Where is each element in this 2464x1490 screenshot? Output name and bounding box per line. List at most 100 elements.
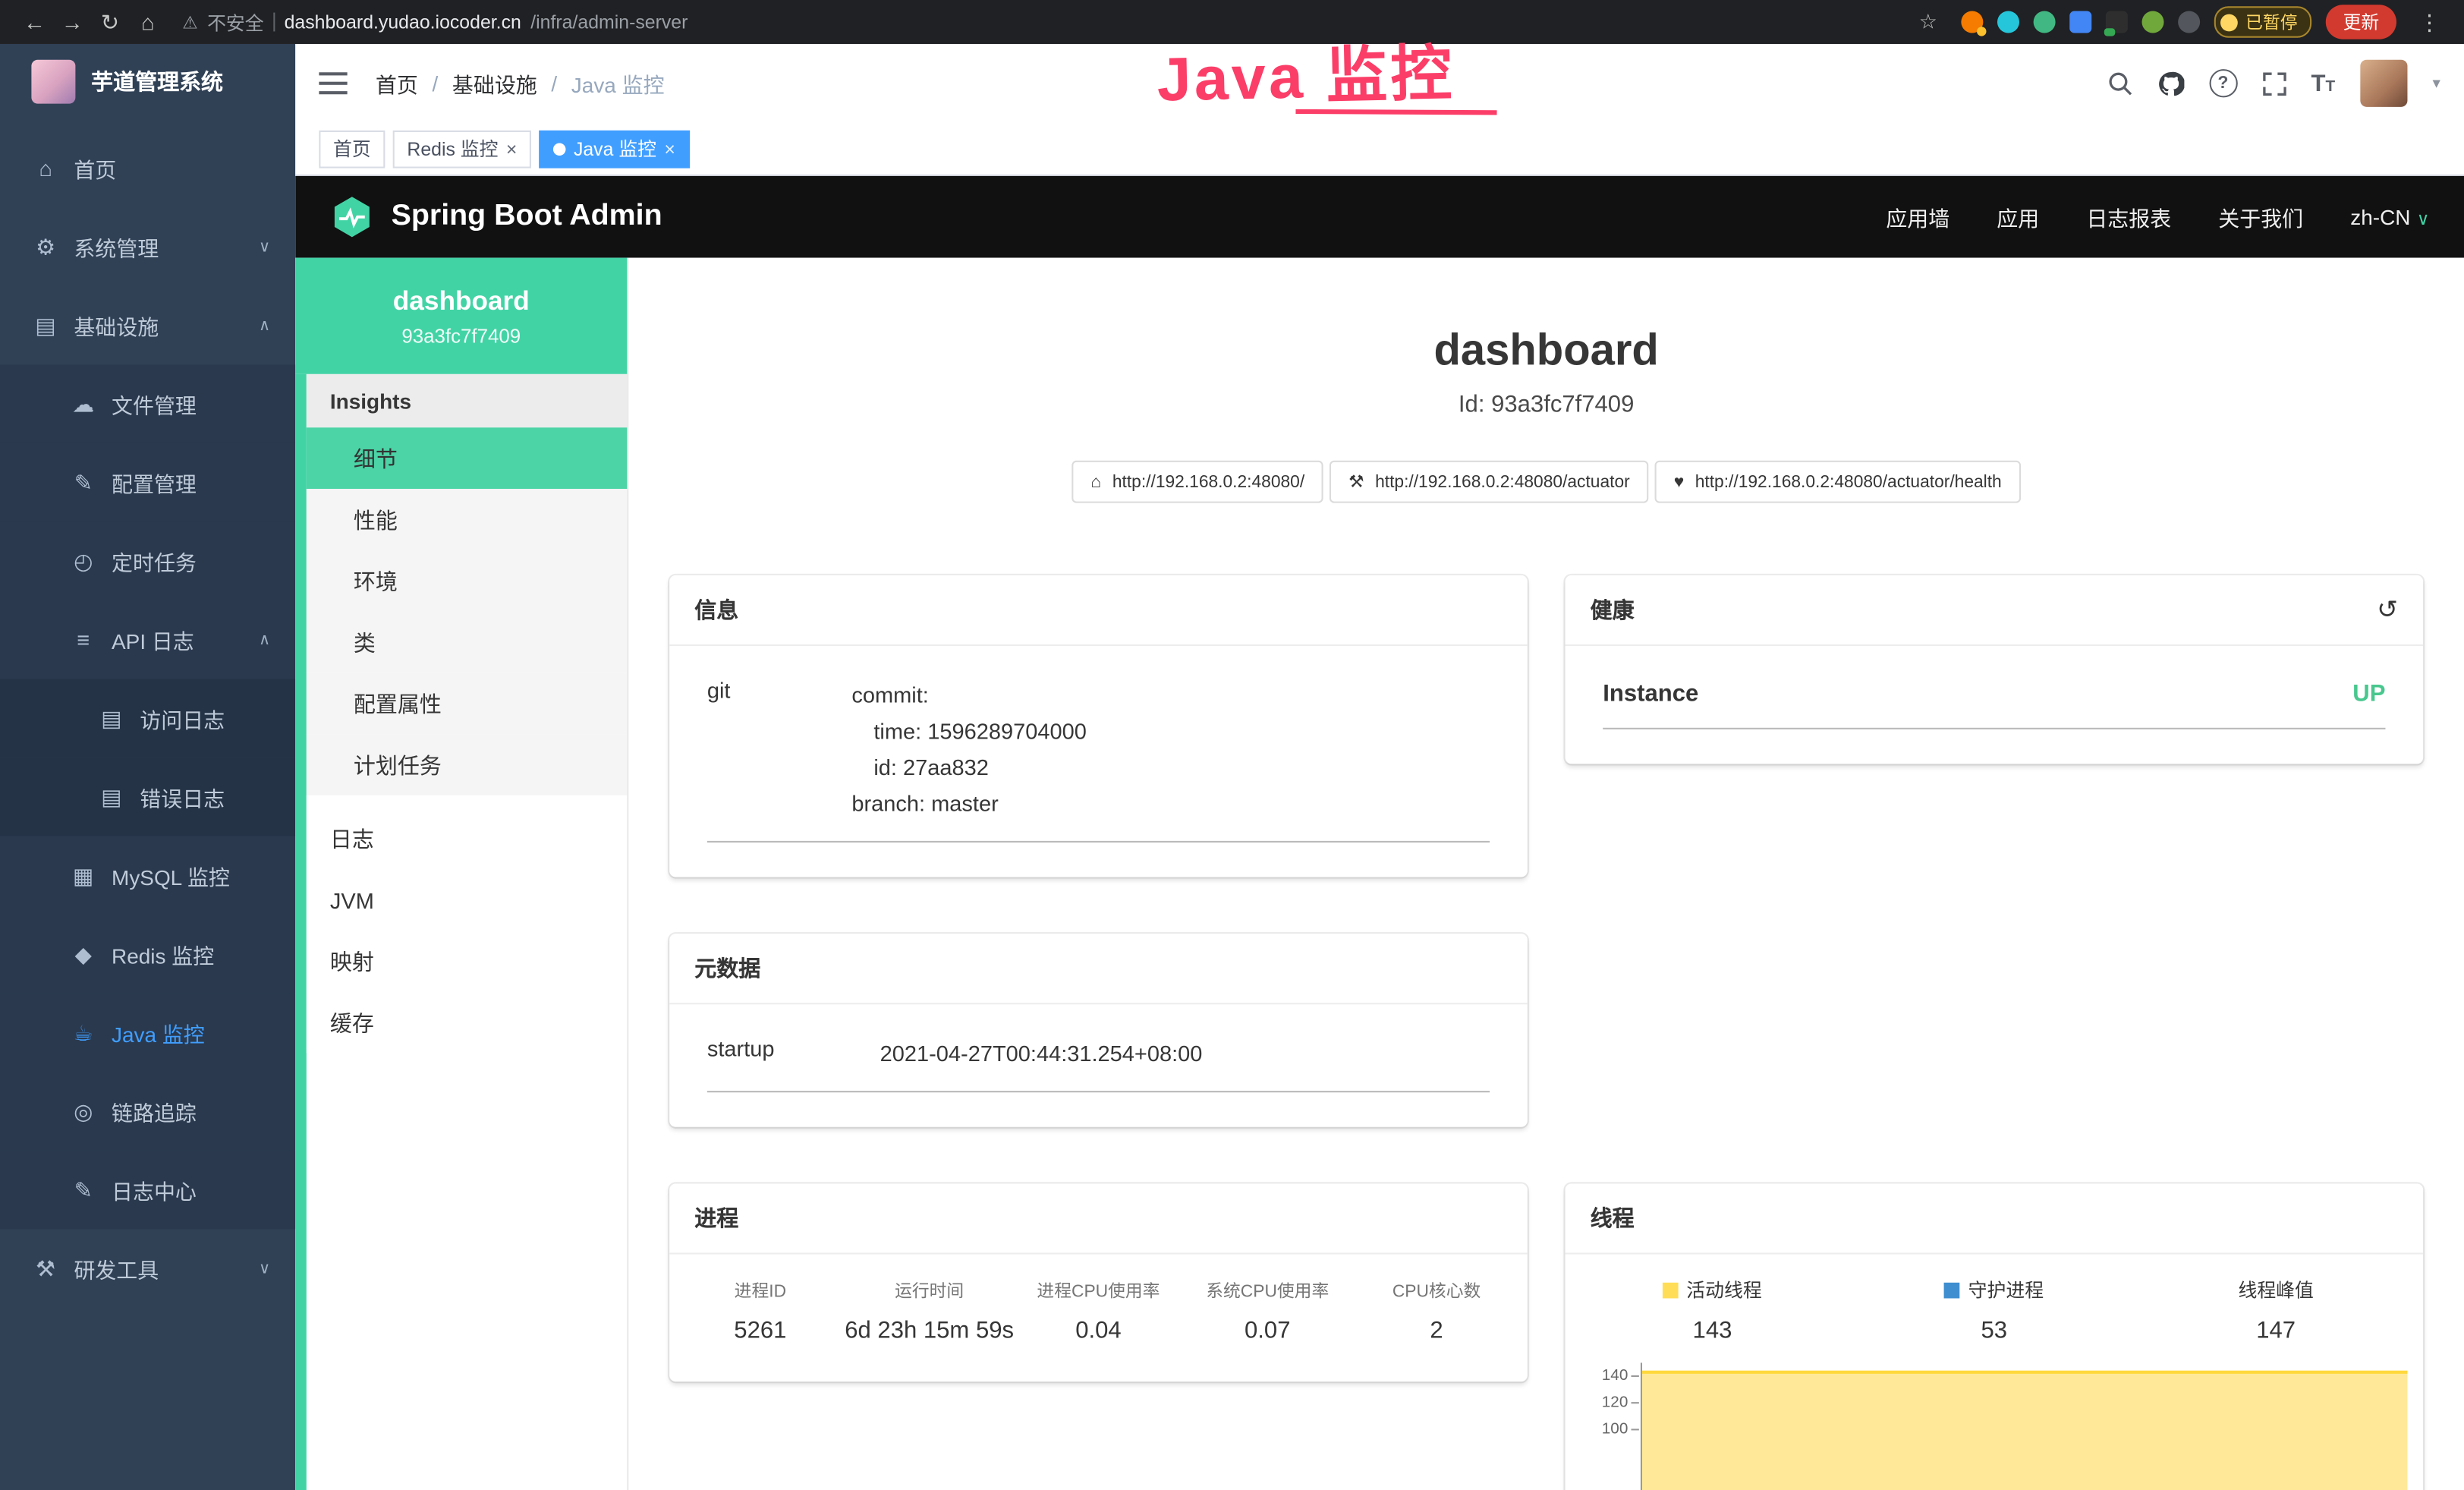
blue-legend-icon bbox=[1945, 1282, 1961, 1298]
sba-item-jvm[interactable]: JVM bbox=[307, 869, 627, 931]
sba-item-scheduled-tasks[interactable]: 计划任务 bbox=[307, 734, 627, 795]
legend-label: 守护进程 bbox=[1968, 1276, 2044, 1303]
sba-item-environment[interactable]: 环境 bbox=[307, 550, 627, 612]
cloud-icon: ☁ bbox=[69, 391, 97, 417]
wrench-icon: ⚒ bbox=[1348, 471, 1364, 492]
sba-accent-bar bbox=[295, 374, 306, 1490]
sidebar-item-label: 定时任务 bbox=[112, 546, 197, 577]
sidebar-item-system-mgmt[interactable]: ⚙ 系统管理 ∨ bbox=[0, 207, 295, 286]
health-card-title: 健康 bbox=[1591, 594, 1635, 625]
locale-selector[interactable]: zh-CN∨ bbox=[2350, 205, 2429, 228]
extension-icon-7[interactable] bbox=[2178, 11, 2200, 33]
sidebar-item-label: MySQL 监控 bbox=[112, 860, 230, 891]
extension-icon-2[interactable] bbox=[1997, 11, 2019, 33]
sidebar-item-log-center[interactable]: ✎ 日志中心 bbox=[0, 1151, 295, 1230]
sba-nav-applications[interactable]: 应用 bbox=[1997, 201, 2039, 232]
github-icon[interactable] bbox=[2157, 70, 2184, 96]
tab-home[interactable]: 首页 bbox=[319, 130, 385, 168]
sidebar-item-tracing[interactable]: ◎ 链路追踪 bbox=[0, 1072, 295, 1151]
sba-item-logs[interactable]: 日志 bbox=[307, 808, 627, 869]
sba-header: Spring Boot Admin 应用墙 应用 日志报表 关于我们 zh-CN… bbox=[295, 176, 2464, 258]
reload-icon[interactable]: ↻ bbox=[91, 8, 129, 35]
live-threads-area bbox=[1642, 1371, 2407, 1490]
extension-icon-4[interactable] bbox=[2069, 11, 2091, 33]
home-icon: ⌂ bbox=[1091, 472, 1102, 491]
sidebar-item-access-logs[interactable]: ▤ 访问日志 bbox=[0, 679, 295, 758]
update-button[interactable]: 更新 bbox=[2326, 5, 2396, 39]
sidebar-item-error-logs[interactable]: ▤ 错误日志 bbox=[0, 758, 295, 836]
app-logo[interactable]: 芋道管理系统 bbox=[0, 44, 295, 119]
chart-y-axis: 140 120 100 bbox=[1575, 1362, 1641, 1490]
address-bar[interactable]: ⚠ 不安全 dashboard.yudao.iocoder.cn/infra/a… bbox=[182, 8, 688, 35]
sidebar-item-home[interactable]: ⌂ 首页 bbox=[0, 129, 295, 208]
close-icon[interactable]: × bbox=[664, 137, 675, 159]
sba-instance-header[interactable]: dashboard 93a3fc7f7409 bbox=[295, 258, 627, 374]
process-card-title: 进程 bbox=[669, 1183, 1528, 1254]
sba-nav-wallboard[interactable]: 应用墙 bbox=[1886, 201, 1949, 232]
tab-label: Java 监控 bbox=[574, 135, 656, 162]
help-icon[interactable]: ? bbox=[2209, 69, 2237, 97]
avatar-caret-icon[interactable]: ▾ bbox=[2433, 74, 2440, 92]
collapse-sidebar-icon[interactable] bbox=[319, 72, 347, 94]
sidebar-item-infrastructure[interactable]: ▤ 基础设施 ∧ bbox=[0, 286, 295, 365]
edit-icon: ✎ bbox=[69, 469, 97, 496]
user-avatar[interactable] bbox=[2360, 60, 2407, 107]
bookmark-star-icon[interactable]: ☆ bbox=[1909, 9, 1947, 34]
font-size-icon[interactable]: TT bbox=[2311, 70, 2335, 96]
vue-devtools-icon[interactable] bbox=[2034, 11, 2056, 33]
threads-card: 线程 活动线程 143 守护进程 53 bbox=[1566, 1183, 2424, 1490]
sidebar-item-config-mgmt[interactable]: ✎ 配置管理 bbox=[0, 443, 295, 522]
sidebar-item-dev-tools[interactable]: ⚒ 研发工具 ∨ bbox=[0, 1229, 295, 1308]
process-stats: 进程ID 5261 运行时间 6d 23h 15m 59s 进程CPU使用率 bbox=[669, 1254, 1528, 1381]
extension-icon-6[interactable] bbox=[2142, 11, 2164, 33]
back-icon[interactable]: ← bbox=[16, 9, 54, 34]
sidebar-item-java-monitor[interactable]: ☕ Java 监控 bbox=[0, 994, 295, 1073]
breadcrumb-infra[interactable]: 基础设施 bbox=[452, 68, 537, 99]
document-icon: ▤ bbox=[97, 705, 125, 732]
sba-brand-title[interactable]: Spring Boot Admin bbox=[392, 200, 662, 235]
sba-item-config-props[interactable]: 配置属性 bbox=[307, 673, 627, 734]
service-url-link[interactable]: ⌂ http://192.168.0.2:48080/ bbox=[1072, 461, 1323, 503]
history-icon[interactable]: ↺ bbox=[2377, 594, 2398, 625]
stat-label: 进程ID bbox=[675, 1278, 845, 1303]
sba-item-mappings[interactable]: 映射 bbox=[307, 931, 627, 992]
sba-item-caches[interactable]: 缓存 bbox=[307, 992, 627, 1054]
legend-peak-threads: 线程峰值 147 bbox=[2135, 1276, 2417, 1344]
close-icon[interactable]: × bbox=[506, 137, 518, 159]
proxy-switch-icon[interactable] bbox=[2106, 11, 2128, 33]
tab-java-monitor[interactable]: Java 监控 × bbox=[539, 130, 689, 168]
browser-home-icon[interactable]: ⌂ bbox=[129, 9, 167, 34]
breadcrumb-separator: / bbox=[551, 71, 557, 95]
sba-item-details[interactable]: 细节 bbox=[307, 427, 627, 489]
git-commit-line: commit: bbox=[851, 678, 1490, 714]
app-sidebar: 芋道管理系统 ⌂ 首页 ⚙ 系统管理 ∨ ▤ 基础设施 ∧ ☁ bbox=[0, 44, 295, 1490]
tab-redis-monitor[interactable]: Redis 监控 × bbox=[393, 130, 531, 168]
sidebar-item-scheduled-jobs[interactable]: ◴ 定时任务 bbox=[0, 522, 295, 601]
home-icon: ⌂ bbox=[31, 156, 59, 181]
sidebar-item-label: 访问日志 bbox=[140, 703, 225, 734]
sidebar-item-mysql-monitor[interactable]: ▦ MySQL 监控 bbox=[0, 836, 295, 915]
sidebar-menu: ⌂ 首页 ⚙ 系统管理 ∨ ▤ 基础设施 ∧ ☁ 文件管理 bbox=[0, 119, 295, 1308]
fullscreen-icon[interactable] bbox=[2262, 71, 2286, 95]
sba-nav-journal[interactable]: 日志报表 bbox=[2086, 201, 2171, 232]
stat-value: 2 bbox=[1352, 1317, 1522, 1344]
sba-item-performance[interactable]: 性能 bbox=[307, 489, 627, 550]
browser-menu-icon[interactable]: ⋮ bbox=[2411, 8, 2449, 35]
sidebar-item-redis-monitor[interactable]: ◆ Redis 监控 bbox=[0, 915, 295, 994]
sba-nav-about[interactable]: 关于我们 bbox=[2218, 201, 2303, 232]
health-url-link[interactable]: ♥ http://192.168.0.2:48080/actuator/heal… bbox=[1655, 461, 2021, 503]
stat-label: 进程CPU使用率 bbox=[1014, 1278, 1183, 1303]
search-icon[interactable] bbox=[2107, 71, 2132, 96]
stat-label: 运行时间 bbox=[845, 1278, 1014, 1303]
forward-icon[interactable]: → bbox=[53, 9, 91, 34]
legend-value: 143 bbox=[1572, 1317, 1853, 1344]
paused-badge[interactable]: 已暂停 bbox=[2214, 6, 2311, 37]
extension-icon-1[interactable] bbox=[1961, 11, 1983, 33]
sba-item-classes[interactable]: 类 bbox=[307, 612, 627, 673]
sidebar-item-file-mgmt[interactable]: ☁ 文件管理 bbox=[0, 364, 295, 443]
breadcrumb-home[interactable]: 首页 bbox=[376, 68, 418, 99]
sidebar-item-api-logs[interactable]: ≡ API 日志 ∧ bbox=[0, 600, 295, 679]
not-secure-label[interactable]: 不安全 bbox=[207, 8, 264, 35]
browser-actions: ☆ 已暂停 更新 ⋮ bbox=[1909, 5, 2448, 39]
actuator-url-link[interactable]: ⚒ http://192.168.0.2:48080/actuator bbox=[1330, 461, 1648, 503]
